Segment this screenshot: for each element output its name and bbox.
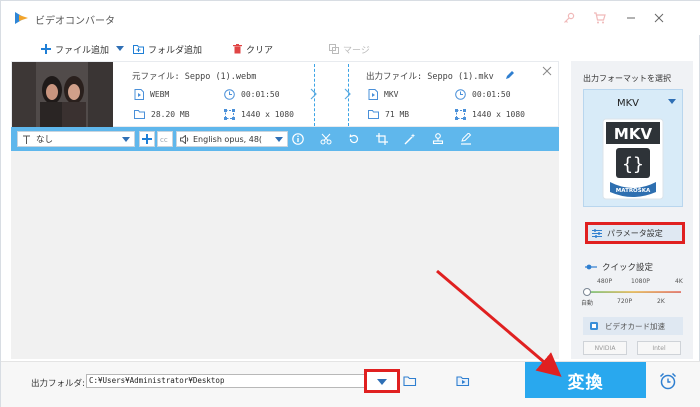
cart-icon[interactable] [591,11,607,25]
settings-sliders-icon [592,228,602,238]
folder-icon [368,110,379,119]
clock-icon [455,89,466,100]
format-name: MKV [616,98,640,109]
chevron-right-icon [344,88,351,100]
watermark-stamp-icon[interactable] [431,132,445,146]
file-list-area[interactable] [11,151,559,359]
convert-button[interactable]: 変換 [525,362,646,398]
info-icon[interactable] [291,132,305,146]
merge-icon [329,44,339,54]
output-format-title: 出力フォーマットを選択 [583,74,671,83]
quality-slider-knob[interactable] [583,288,591,296]
subtitle-select[interactable]: なし [17,131,135,147]
plus-icon [41,44,51,54]
nvidia-chip[interactable]: NVIDIA [583,341,627,355]
clear-button[interactable]: クリア [233,41,273,57]
output-folder-dropdown[interactable] [364,369,400,393]
trash-icon [233,44,242,54]
slider-icon [585,264,597,270]
resolution-icon [455,109,466,120]
intel-chip[interactable]: Intel [637,341,681,355]
chevron-down-icon [668,99,676,104]
add-folder-label: フォルダ追加 [148,45,203,56]
video-thumbnail[interactable] [12,62,113,128]
edit-pencil-icon [505,71,514,79]
add-file-button[interactable]: ファイル追加 [41,41,109,57]
remove-file-icon[interactable] [542,66,552,76]
res-480p: 480P [597,278,613,285]
add-file-dropdown[interactable] [116,41,124,57]
cut-icon[interactable] [319,132,333,146]
res-2k: 2K [657,298,665,305]
source-duration: 00:01:50 [224,89,280,100]
file-format-icon [134,89,144,100]
source-size: 28.20 MB [134,109,190,119]
edit-subtitle-icon[interactable] [459,132,473,146]
merge-label: マージ [343,45,370,56]
output-format: MKV [368,89,398,100]
output-file-label: 出力ファイル: Seppo (1).mkv [366,70,515,82]
cc-icon: cc [160,136,168,144]
gpu-acceleration-button[interactable]: ビデオカード加速 [583,317,683,335]
chevron-right-icon [310,88,317,100]
crop-icon[interactable] [375,132,389,146]
app-logo-icon [15,12,29,24]
open-folder-icon[interactable] [403,375,417,387]
svg-text:MKV: MKV [614,125,653,143]
browse-folder-icon[interactable] [456,375,470,387]
close-window-icon[interactable] [651,11,667,25]
res-auto: 自動 [581,300,594,307]
svg-text:{}: {} [622,154,644,175]
chevron-down-icon [116,46,124,51]
folder-plus-icon [133,44,144,54]
app-title: ビデオコンバータ [35,16,115,27]
rotate-icon[interactable] [347,132,361,146]
svg-text:cc: cc [160,136,168,144]
minimize-icon[interactable] [623,11,639,25]
alarm-clock-icon[interactable] [658,371,678,391]
res-720p: 720P [617,298,633,305]
quick-settings-label: クイック設定 [585,261,653,273]
chevron-down-icon [377,379,387,385]
file-item[interactable]: 元ファイル: Seppo (1).webm WEBM 00:01:50 28.2… [11,61,559,128]
resolution-icon [224,109,235,120]
format-selector[interactable]: MKV MKV {} MATROŠKA [583,89,683,207]
svg-text:MATROŠKA: MATROŠKA [616,187,651,194]
speaker-icon [180,134,189,144]
output-folder-path[interactable]: C:¥Users¥Administrator¥Desktop [86,374,396,388]
cc-subtitle-button[interactable]: cc [157,131,173,147]
source-format: WEBM [134,89,169,100]
output-folder-label: 出力フォルダ: [31,379,85,389]
option-bar: なし cc English opus, 48( [11,127,559,151]
clear-label: クリア [246,45,274,56]
chip-icon [590,322,598,330]
output-duration: 00:01:50 [455,89,511,100]
audio-track-select[interactable]: English opus, 48( [176,131,288,147]
title-bar: ビデオコンバータ [1,1,700,35]
plus-icon [142,134,152,144]
mkv-format-icon: MKV {} MATROŠKA [602,118,664,200]
source-resolution: 1440 x 1080 [224,109,294,120]
main-toolbar: ファイル追加 フォルダ追加 クリア マージ [11,37,571,61]
app-window: ビデオコンバータ ファイル追加 フォルダ追加 クリア マージ 元ファイル: Se… [0,0,700,407]
res-1080p: 1080P [631,278,650,285]
text-icon [23,135,30,144]
add-file-label: ファイル追加 [55,45,110,56]
clock-icon [224,89,235,100]
key-icon[interactable] [561,11,577,25]
file-format-icon [368,89,378,100]
parameter-settings-button[interactable]: パラメータ設定 [585,222,685,244]
effects-wand-icon[interactable] [403,132,417,146]
folder-icon [134,110,145,119]
source-file-label: 元ファイル: Seppo (1).webm [132,72,257,82]
add-subtitle-button[interactable] [139,131,155,147]
quality-slider-fill [585,291,681,293]
output-size: 71 MB [368,109,409,119]
merge-button[interactable]: マージ [329,41,370,57]
res-4k: 4K [675,278,683,285]
output-resolution: 1440 x 1080 [455,109,525,120]
output-panel: 出力フォーマットを選択 MKV MKV {} MATROŠKA クイック設定 4… [571,61,693,359]
add-folder-button[interactable]: フォルダ追加 [133,41,202,57]
